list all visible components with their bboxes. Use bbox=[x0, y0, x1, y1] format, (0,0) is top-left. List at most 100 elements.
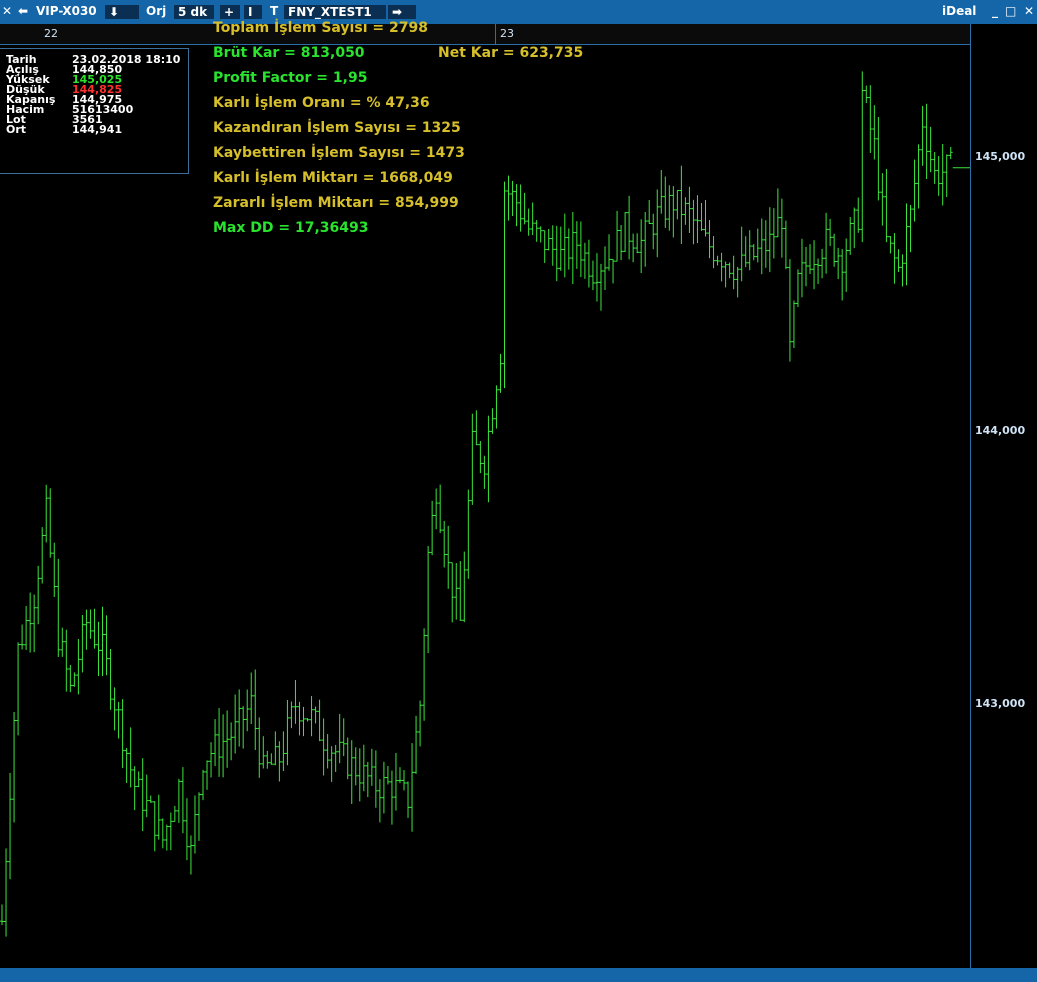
ohlc-bar bbox=[321, 718, 326, 776]
ohlc-bar bbox=[478, 441, 483, 474]
ohlc-bar bbox=[140, 758, 145, 832]
add-button[interactable]: + bbox=[220, 5, 240, 19]
ohlc-bar bbox=[104, 615, 109, 676]
ohlc-bar bbox=[237, 689, 242, 747]
back-arrow-icon[interactable]: ⬅ bbox=[18, 4, 28, 18]
ohlc-bar bbox=[273, 731, 278, 766]
bar-icon: I bbox=[248, 5, 253, 19]
ohlc-bar bbox=[4, 848, 9, 937]
ohlc-bar bbox=[611, 258, 616, 284]
ohlc-bar bbox=[233, 694, 238, 754]
ohlc-bar bbox=[217, 708, 222, 777]
ohlc-bar bbox=[466, 489, 471, 579]
ohlc-bar bbox=[892, 233, 897, 284]
ohlc-bar bbox=[132, 766, 137, 811]
ohlc-bar bbox=[60, 627, 65, 657]
ohlc-bar bbox=[594, 253, 599, 302]
ohlc-bar bbox=[872, 105, 877, 160]
ohlc-bar bbox=[699, 202, 704, 231]
ohlc-bar bbox=[72, 672, 77, 687]
ohlc-bar bbox=[76, 639, 81, 695]
minimize-icon[interactable]: _ bbox=[992, 4, 998, 18]
ohlc-bar bbox=[406, 781, 411, 818]
ohlc-info-panel: Tarih 23.02.2018 18:10 Açılış 144,850 Yüks… bbox=[0, 48, 189, 174]
text-tool-icon[interactable]: T bbox=[270, 4, 278, 18]
ohlc-bar bbox=[160, 818, 165, 849]
ohlc-bar bbox=[357, 748, 362, 802]
price-chart[interactable] bbox=[0, 44, 970, 968]
forward-button[interactable]: ➡ bbox=[388, 5, 416, 19]
ohlc-bar bbox=[534, 220, 539, 242]
ohlc-bar bbox=[944, 154, 949, 198]
ohlc-bar bbox=[663, 176, 668, 228]
ohlc-bar bbox=[309, 696, 314, 737]
ohlc-bar bbox=[389, 770, 394, 825]
download-button[interactable]: ⬇ bbox=[105, 5, 139, 19]
system-selector[interactable]: FNY_XTEST1 bbox=[284, 5, 386, 19]
ohlc-bar bbox=[434, 488, 439, 530]
ohlc-bar bbox=[48, 488, 53, 558]
period-button[interactable]: 5 dk bbox=[174, 5, 214, 19]
ohlc-bar bbox=[458, 561, 463, 621]
ohlc-bar bbox=[373, 750, 378, 808]
ohlc-bar bbox=[759, 218, 764, 275]
ohlc-bar bbox=[148, 795, 153, 803]
ohlc-bar bbox=[281, 731, 286, 772]
bottom-scrollbar[interactable] bbox=[0, 968, 1037, 982]
ohlc-bar bbox=[856, 197, 861, 233]
ohlc-bar bbox=[100, 606, 105, 677]
ohlc-bar bbox=[44, 484, 49, 543]
ohlc-bar bbox=[948, 147, 953, 160]
stat-losing-trades: Kaybettiren İşlem Sayısı = 1473 bbox=[213, 145, 465, 161]
ohlc-bar bbox=[711, 236, 716, 269]
ohlc-bar bbox=[562, 213, 567, 278]
ohlc-bar bbox=[397, 767, 402, 784]
ohlc-bar bbox=[554, 225, 559, 282]
ohlc-bar bbox=[365, 761, 370, 798]
ohlc-bar bbox=[860, 71, 865, 243]
ohlc-bar bbox=[333, 744, 338, 772]
ohlc-bar bbox=[506, 175, 511, 221]
ohlc-bar bbox=[261, 736, 266, 769]
ohlc-bar bbox=[566, 228, 571, 270]
maximize-icon[interactable]: □ bbox=[1005, 4, 1016, 18]
stat-profit-factor: Profit Factor = 1,95 bbox=[213, 70, 368, 86]
ohlc-bar bbox=[755, 228, 760, 263]
ohlc-bar bbox=[176, 778, 181, 823]
price-axis[interactable] bbox=[970, 24, 1037, 968]
ohlc-bar bbox=[128, 727, 133, 788]
ohlc-bar bbox=[502, 181, 507, 389]
ohlc-bar bbox=[277, 741, 282, 782]
ohlc-bar bbox=[474, 410, 479, 446]
average-key: Ort bbox=[6, 123, 27, 136]
ohlc-bar bbox=[92, 608, 97, 649]
ohlc-bar bbox=[940, 144, 945, 206]
ohlc-bar bbox=[349, 740, 354, 804]
ohlc-bar bbox=[936, 155, 941, 196]
ohlc-bar bbox=[751, 244, 756, 261]
ohlc-bar bbox=[450, 562, 455, 623]
stat-profit-amount: Karlı İşlem Miktarı = 1668,049 bbox=[213, 170, 453, 186]
ohlc-bar bbox=[627, 195, 632, 260]
ohlc-bar bbox=[651, 213, 656, 250]
ohlc-bar bbox=[225, 710, 230, 768]
ohlc-bar bbox=[329, 746, 334, 782]
ohlc-bar bbox=[787, 259, 792, 362]
mode-button[interactable]: Orj bbox=[146, 4, 166, 18]
symbol-selector[interactable]: VIP-X030 bbox=[36, 4, 97, 18]
ohlc-bar bbox=[410, 743, 415, 832]
ohlc-bar bbox=[337, 713, 342, 764]
ohlc-bar bbox=[40, 527, 45, 584]
ohlc-bar bbox=[623, 212, 628, 253]
bar-button[interactable]: I bbox=[244, 5, 262, 19]
window-close-icon[interactable]: ✕ bbox=[1024, 4, 1034, 18]
ohlc-bar bbox=[719, 252, 724, 282]
close-icon[interactable]: ✕ bbox=[2, 4, 12, 18]
ohlc-bar bbox=[747, 230, 752, 271]
ohlc-bar bbox=[112, 687, 117, 731]
ohlc-bar bbox=[687, 186, 692, 233]
ohlc-bar bbox=[422, 628, 427, 721]
ohlc-bar bbox=[924, 103, 929, 180]
ohlc-bar bbox=[253, 669, 258, 751]
ohlc-bar bbox=[731, 255, 736, 290]
